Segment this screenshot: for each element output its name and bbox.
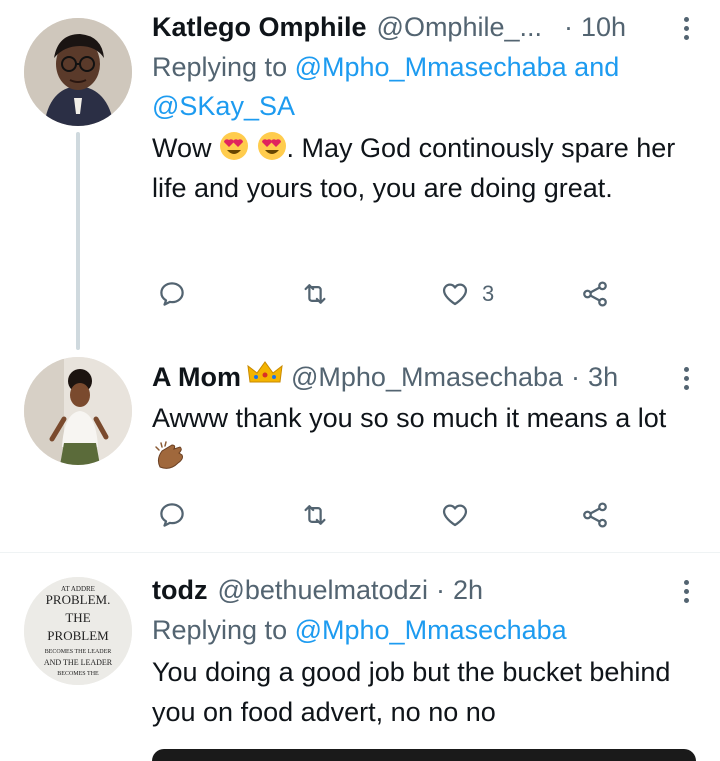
more-vertical-icon[interactable]: [676, 10, 696, 44]
retweet-icon: [304, 284, 326, 304]
user-handle[interactable]: @bethuelmatodzi: [217, 573, 428, 607]
separator: ·: [436, 575, 446, 605]
tweet-text-start: Wow: [152, 133, 212, 163]
user-handle[interactable]: @Mpho_Mmasechaba: [291, 360, 563, 394]
mention-link[interactable]: @SKay_SA: [152, 91, 295, 121]
share-icon: [583, 281, 607, 307]
share-button[interactable]: [580, 276, 610, 312]
heart-eyes-emoji-icon: [257, 132, 286, 160]
avatar-text-line: AND THE LEADER: [44, 658, 113, 667]
replying-prefix: Replying to: [152, 615, 288, 645]
retweet-icon: [304, 505, 326, 525]
avatar[interactable]: AT ADDRE PROBLEM. THE PROBLEM BECOMES TH…: [24, 577, 132, 685]
tweet-header: Katlego Omphile @Omphile_... · 10h: [152, 10, 696, 44]
retweet-button[interactable]: [300, 276, 330, 312]
replying-prefix: Replying to: [152, 52, 288, 82]
tweet-2[interactable]: A Mom @Mpho_Mmasechaba · 3h Awww thank y…: [0, 345, 720, 550]
timestamp[interactable]: 3h: [588, 360, 618, 394]
media-preview-edge[interactable]: [152, 749, 696, 761]
heart-icon: [442, 283, 468, 306]
tweet-actions: 3: [0, 276, 720, 312]
tweet-text-body: You doing a good job but the bucket behi…: [152, 657, 671, 727]
avatar-text-line: THE: [65, 610, 90, 625]
display-name[interactable]: todz: [152, 573, 207, 607]
like-button[interactable]: 3: [440, 276, 494, 312]
avatar-text-line: PROBLEM.: [46, 592, 111, 607]
replying-to: Replying to @Mpho_Mmasechaba and @SKay_S…: [152, 48, 696, 126]
retweet-button[interactable]: [300, 497, 330, 533]
more-vertical-icon[interactable]: [676, 360, 696, 394]
like-count: 3: [482, 281, 495, 306]
mention-link[interactable]: @Mpho_Mmasechaba: [295, 615, 567, 645]
user-handle[interactable]: @Omphile_...: [377, 10, 542, 44]
reply-button[interactable]: [157, 276, 187, 312]
reply-icon: [160, 282, 184, 306]
clapping-hands-emoji-icon: [155, 441, 183, 469]
timestamp[interactable]: 10h: [581, 10, 626, 44]
avatar-image: [24, 357, 132, 465]
avatar-text-line: PROBLEM: [47, 628, 109, 643]
display-name[interactable]: Katlego Omphile: [152, 10, 367, 44]
reply-icon: [160, 503, 184, 527]
more-vertical-icon[interactable]: [676, 573, 696, 607]
tweet-text: You doing a good job but the bucket behi…: [152, 652, 696, 732]
separator: ·: [564, 12, 573, 42]
avatar-text-line: BECOMES THE LEADER: [45, 649, 112, 655]
tweet-text-body: Awww thank you so so much it means a lot: [152, 403, 667, 433]
timestamp[interactable]: 2h: [453, 573, 483, 607]
avatar-image: [24, 18, 132, 126]
heart-eyes-emoji-icon: [220, 132, 249, 160]
reply-button[interactable]: [157, 497, 187, 533]
tweet-header: todz @bethuelmatodzi · 2h: [152, 573, 696, 607]
mention-link[interactable]: @Mpho_Mmasechaba: [295, 52, 567, 82]
crown-emoji-icon: [247, 361, 283, 383]
avatar-text-line: BECOMES THE: [57, 671, 99, 677]
replying-to: Replying to @Mpho_Mmasechaba: [152, 611, 696, 650]
tweet-actions: [0, 497, 720, 533]
avatar-image: AT ADDRE PROBLEM. THE PROBLEM BECOMES TH…: [24, 577, 132, 685]
share-button[interactable]: [580, 497, 610, 533]
share-icon: [583, 502, 607, 528]
mention-and[interactable]: and: [574, 52, 619, 82]
tweet-1[interactable]: Katlego Omphile @Omphile_... · 10h Reply…: [0, 0, 720, 350]
thread-line: [76, 132, 80, 350]
tweet-header: A Mom @Mpho_Mmasechaba · 3h: [152, 360, 696, 394]
tweet-text: Awww thank you so so much it means a lot: [152, 398, 696, 478]
display-name[interactable]: A Mom: [152, 360, 241, 394]
like-button[interactable]: [440, 497, 470, 533]
tweet-3[interactable]: AT ADDRE PROBLEM. THE PROBLEM BECOMES TH…: [0, 553, 720, 761]
avatar[interactable]: [24, 357, 132, 465]
tweet-text: Wow . May God continously spare her life…: [152, 128, 696, 208]
avatar[interactable]: [24, 18, 132, 126]
separator: ·: [571, 362, 581, 392]
heart-icon: [442, 504, 468, 527]
